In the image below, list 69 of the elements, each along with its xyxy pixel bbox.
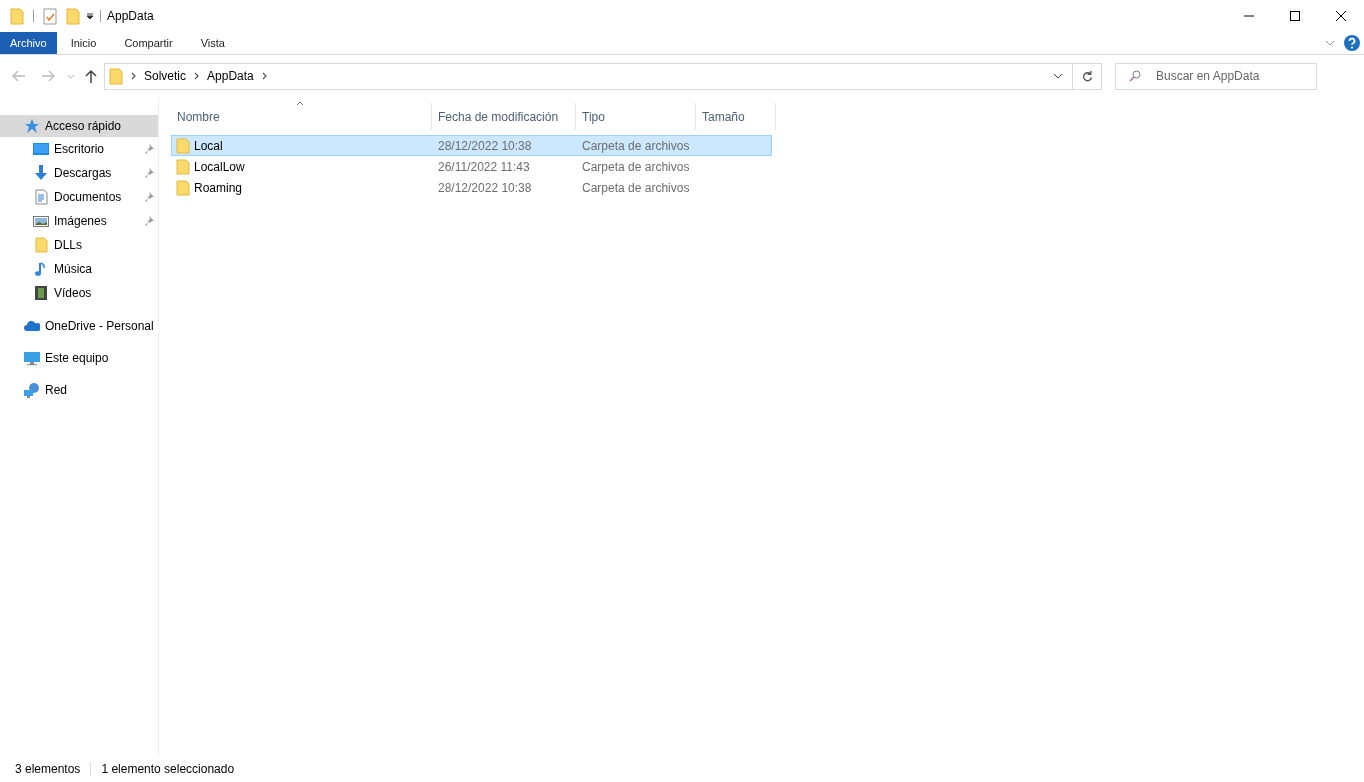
refresh-icon [1081, 70, 1093, 82]
item-count: 3 elementos [15, 761, 81, 778]
ribbon-tab[interactable]: Vista [186, 32, 239, 54]
search-field[interactable]: Buscar en AppData [1115, 62, 1317, 90]
sidebar-item[interactable]: Música [0, 257, 158, 281]
table-cell-text: 28/12/2022 10:38 [437, 137, 533, 155]
sidebar-item[interactable]: Descargas [0, 161, 158, 185]
sidebar-item[interactable]: Escritorio [0, 137, 158, 161]
maximize-icon [1290, 11, 1300, 21]
table-cell-text: Carpeta de archivos [581, 158, 691, 176]
folder-icon [176, 179, 190, 196]
sidebar-item[interactable]: Vídeos [0, 281, 158, 305]
up-arrow-icon[interactable] [85, 69, 97, 83]
column-header[interactable]: Nombre [171, 103, 432, 130]
file-row[interactable]: Local 28/12/2022 10:38 Carpeta de archivos [171, 135, 772, 156]
sidebar-item[interactable]: Acceso rápido [0, 115, 158, 137]
file-name: LocalLow [194, 158, 245, 176]
ribbon-tab[interactable]: Compartir [110, 32, 187, 54]
file-row[interactable]: Roaming 28/12/2022 10:38 Carpeta de archivos [171, 177, 772, 198]
search-icon [1129, 69, 1141, 82]
sidebar-item[interactable]: Este equipo [0, 347, 158, 369]
computer-icon [24, 350, 40, 366]
chevron-icon[interactable] [261, 72, 267, 80]
desktop-icon [33, 141, 49, 157]
chevron-icon[interactable] [194, 72, 200, 80]
breadcrumb[interactable]: AppData [207, 67, 254, 85]
cloud-icon [24, 318, 40, 334]
table-cell-text: Carpeta de archivos [581, 179, 691, 197]
column-header[interactable]: Tamaño [696, 103, 776, 130]
address-bar[interactable]: Solvetic AppData [104, 62, 1102, 90]
star-icon [24, 118, 40, 134]
ribbon-tab[interactable]: Inicio [56, 32, 111, 54]
close-icon [1336, 11, 1346, 21]
help-icon[interactable] [1344, 35, 1360, 51]
file-name: Roaming [194, 179, 243, 197]
pin-icon [145, 168, 154, 178]
ribbon-tab[interactable]: Archivo [0, 32, 57, 54]
breadcrumb[interactable]: Solvetic [144, 67, 187, 85]
film-icon [33, 285, 49, 301]
dropdown-icon[interactable] [1053, 73, 1063, 79]
table-cell-text: 28/12/2022 10:38 [437, 179, 533, 197]
folder-icon [176, 158, 190, 175]
sidebar-item[interactable]: DLLs [0, 233, 158, 257]
folder-icon [33, 237, 49, 253]
pin-icon [145, 216, 154, 226]
picture-icon [33, 213, 49, 229]
sidebar-item[interactable]: OneDrive - Personal [0, 315, 158, 337]
expand-ribbon-icon[interactable] [1325, 40, 1335, 46]
table-cell-text: 26/11/2022 11:43 [437, 158, 531, 176]
window-title: AppData [107, 8, 154, 25]
network-icon [24, 382, 40, 398]
pin-icon [145, 192, 154, 202]
dropdown-icon[interactable] [86, 12, 94, 20]
selection-count: 1 elemento seleccionado [101, 761, 235, 778]
sidebar-item[interactable]: Red [0, 379, 158, 401]
folder-icon [109, 67, 123, 85]
down-arrow-icon [33, 165, 49, 181]
chevron-icon[interactable] [131, 72, 136, 80]
properties-icon[interactable] [43, 7, 57, 25]
sidebar-item[interactable]: Imágenes [0, 209, 158, 233]
folder-icon [176, 137, 190, 154]
document-icon [33, 189, 49, 205]
column-header[interactable]: Tipo [576, 103, 696, 130]
pin-icon [145, 144, 154, 154]
column-header[interactable]: Fecha de modificación [432, 103, 576, 130]
file-name: Local [194, 137, 223, 155]
sidebar-item[interactable]: Documentos [0, 185, 158, 209]
file-row[interactable]: LocalLow 26/11/2022 11:43 Carpeta de archivos [171, 156, 772, 177]
table-cell-text: Carpeta de archivos [581, 137, 691, 155]
